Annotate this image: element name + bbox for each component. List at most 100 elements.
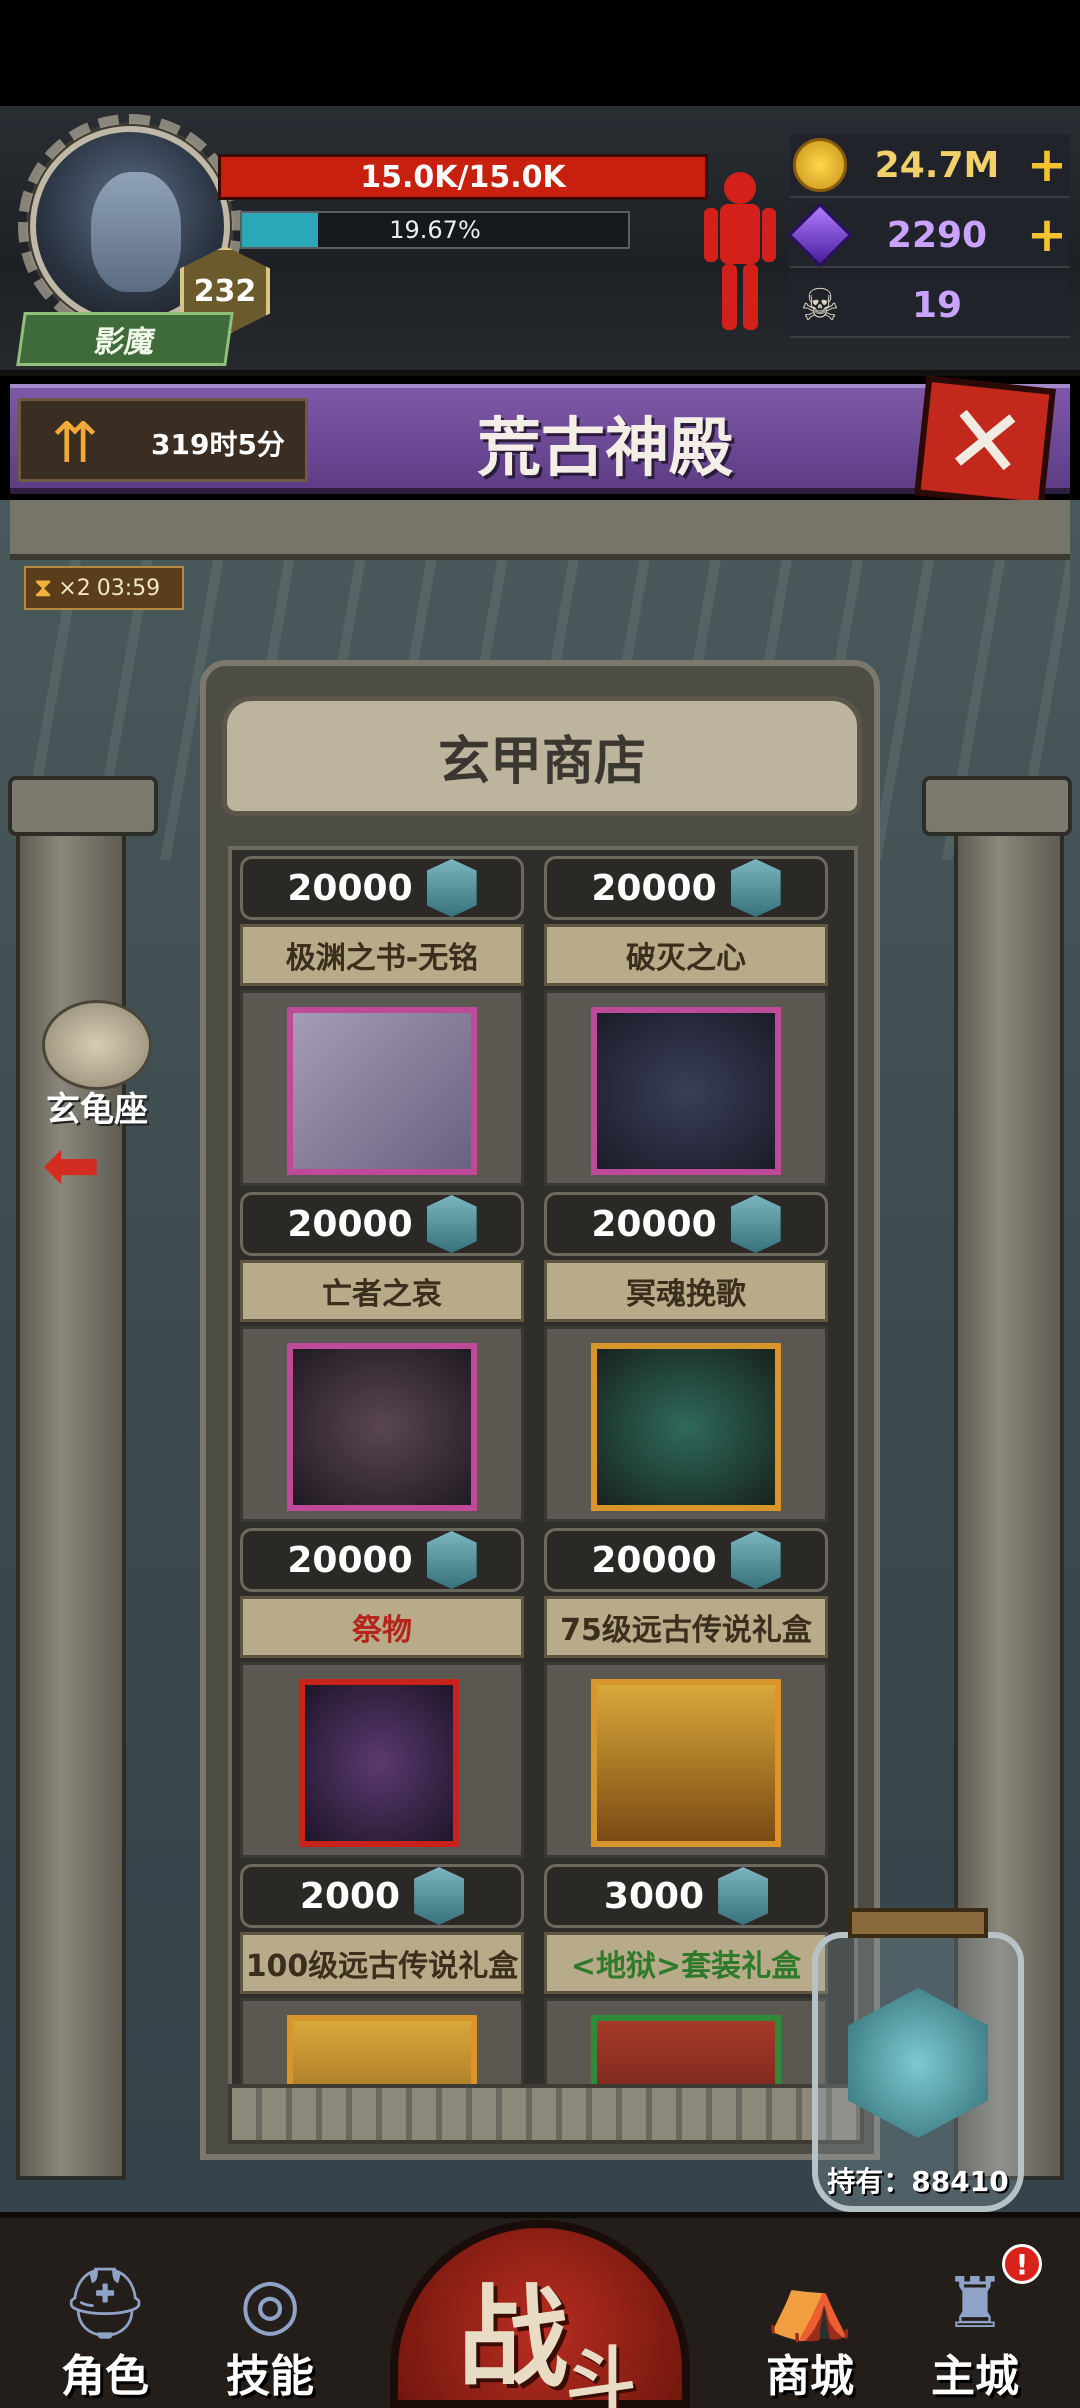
item-price-value: 20000 [287,867,413,909]
item-price-value: 20000 [591,1203,717,1245]
item-image [544,990,828,1186]
gold-amount: 24.7M [874,144,1000,186]
exp-percent-label: 19.67% [389,216,481,244]
shop-item-card[interactable]: 75级远古传说礼盒 3000 [544,1596,828,1928]
notification-badge-icon: ! [1002,2244,1042,2284]
player-name-plate: 影魔 [16,312,234,366]
item-price-value: 20000 [591,867,717,909]
item-image [544,1662,828,1858]
hourglass-icon: ⧗ [34,572,53,603]
ram-skull-icon [299,1679,459,1847]
temple-roof [10,500,1070,560]
shop-item-card[interactable]: 祭物 2000 [240,1596,524,1928]
shop-item-card[interactable]: <地狱>套装礼盒 [544,1932,828,2092]
nav-role-button[interactable]: ⛑ 角色 [30,2258,180,2408]
item-image [240,990,524,1186]
player-header: 232 影魔 ⚙ ⚙ 15.0K/15.0K 19.67% 24.7M + 22… [0,106,1080,482]
gem-amount: 2290 [886,214,988,256]
shop-item-card[interactable]: 破灭之心 20000 [544,924,828,1256]
item-price[interactable]: 20000 [544,1528,828,1592]
shell-currency-jar[interactable]: 持有：88410 [812,1908,1024,2212]
shop-item-list[interactable]: 20000 20000 极渊之书-无铭 20000 破灭之心 20000 亡者之… [228,846,858,2096]
item-image [240,1662,524,1858]
item-image [240,846,524,850]
shop-footer-frieze [228,2084,864,2144]
nav-city-label: 主城 [931,2351,1019,2402]
dark-heart-frame-icon [591,1007,781,1175]
helmet-icon: ⛑ [60,2261,150,2344]
item-price-value: 20000 [591,1539,717,1581]
red-armor-figure-icon[interactable] [700,166,780,336]
nav-city-button[interactable]: ♜ 主城 ! [900,2244,1050,2408]
system-status-bar [0,0,1080,106]
title-bar: ⇈ 319时5分 荒古神殿 ✕ [10,375,1070,509]
left-pillar-capital [8,776,158,836]
shop-item-card[interactable]: 极渊之书-无铭 20000 [240,924,524,1256]
item-name: 破灭之心 [544,924,828,986]
skull-amount: 19 [911,284,963,326]
exp-bar: 19.67% [240,211,630,249]
add-gems-button[interactable]: + [1024,207,1070,263]
shop-item-card[interactable]: 100级远古传说礼盒 [240,1932,524,2092]
item-price[interactable]: 2000 [240,1864,524,1928]
shop-item-card[interactable]: 亡者之哀 20000 [240,1260,524,1592]
ram-skull-icon: ☠ [800,279,840,331]
item-price[interactable]: 20000 [240,856,524,920]
item-image [544,1998,828,2092]
coin-icon [790,135,850,195]
item-price[interactable]: 20000 [240,1192,524,1256]
boost-multiplier: ×2 [58,575,91,601]
item-name: 冥魂挽歌 [544,1260,828,1322]
item-price[interactable]: 20000 [544,856,828,920]
turtle-constellation-icon [42,1000,152,1090]
turtle-shell-icon [718,1867,769,1925]
skull-resource: ☠ 19 [790,274,1070,338]
swirl-icon: ◎ [239,2262,301,2344]
add-gold-button[interactable]: + [1024,137,1070,193]
crystal-icon [787,202,853,268]
tent-icon: ⛺ [766,2261,854,2344]
hp-bar: 15.0K/15.0K [218,154,708,200]
item-image [240,1998,524,2092]
turtle-shell-icon [426,859,477,917]
temple-scene: ⧗ ×2 03:59 玄龟座 ⬅ 玄甲商店 20000 20000 极渊之书-无… [0,500,1080,2212]
nav-role-label: 角色 [61,2351,149,2402]
shop-item-card[interactable]: 冥魂挽歌 20000 [544,1260,828,1592]
boost-time: 03:59 [96,575,161,601]
item-price-value: 20000 [287,1539,413,1581]
item-price[interactable]: 20000 [240,1528,524,1592]
turtle-shell-icon [426,1531,477,1589]
avatar-face [91,172,181,292]
item-price-value: 20000 [287,1203,413,1245]
level-up-arrows-icon: ⇈ [51,410,99,476]
item-name: 75级远古传说礼盒 [544,1596,828,1658]
nav-skills-button[interactable]: ◎ 技能 [195,2258,345,2408]
boost-badge[interactable]: ⧗ ×2 03:59 [24,566,184,610]
scroll-book-icon [287,1007,477,1175]
left-pillar [16,780,126,2180]
page-title: 荒古神殿 [477,412,733,486]
shop-item-card[interactable]: 20000 [240,846,524,920]
event-timer[interactable]: ⇈ 319时5分 [18,398,308,482]
item-price-value: 2000 [299,1875,401,1917]
turtle-shell-icon [426,1195,477,1253]
battle-label-a: 战 [458,2274,568,2402]
item-image [544,846,828,850]
gold-resource: 24.7M + [790,134,1070,198]
item-price[interactable]: 20000 [544,1192,828,1256]
constellation-nav[interactable]: 玄龟座 ⬅ [12,1000,182,1200]
item-name: 100级远古传说礼盒 [240,1932,524,1994]
close-button[interactable]: ✕ [914,375,1056,509]
battle-label-b: 斗 [566,2339,636,2408]
shop-panel: 玄甲商店 20000 20000 极渊之书-无铭 20000 破灭之心 2000… [200,660,880,2160]
left-arrow-icon[interactable]: ⬅ [42,1130,101,1200]
turtle-shell-icon [730,1531,781,1589]
shop-item-card[interactable]: 20000 [544,846,828,920]
item-price[interactable]: 3000 [544,1864,828,1928]
item-name: 亡者之哀 [240,1260,524,1322]
holdings-label: 持有：88410 [827,2165,1009,2198]
item-name: <地狱>套装礼盒 [544,1932,828,1994]
nav-shop-button[interactable]: ⛺ 商城 [735,2258,885,2408]
item-name: 祭物 [240,1596,524,1658]
item-price-value: 3000 [603,1875,705,1917]
